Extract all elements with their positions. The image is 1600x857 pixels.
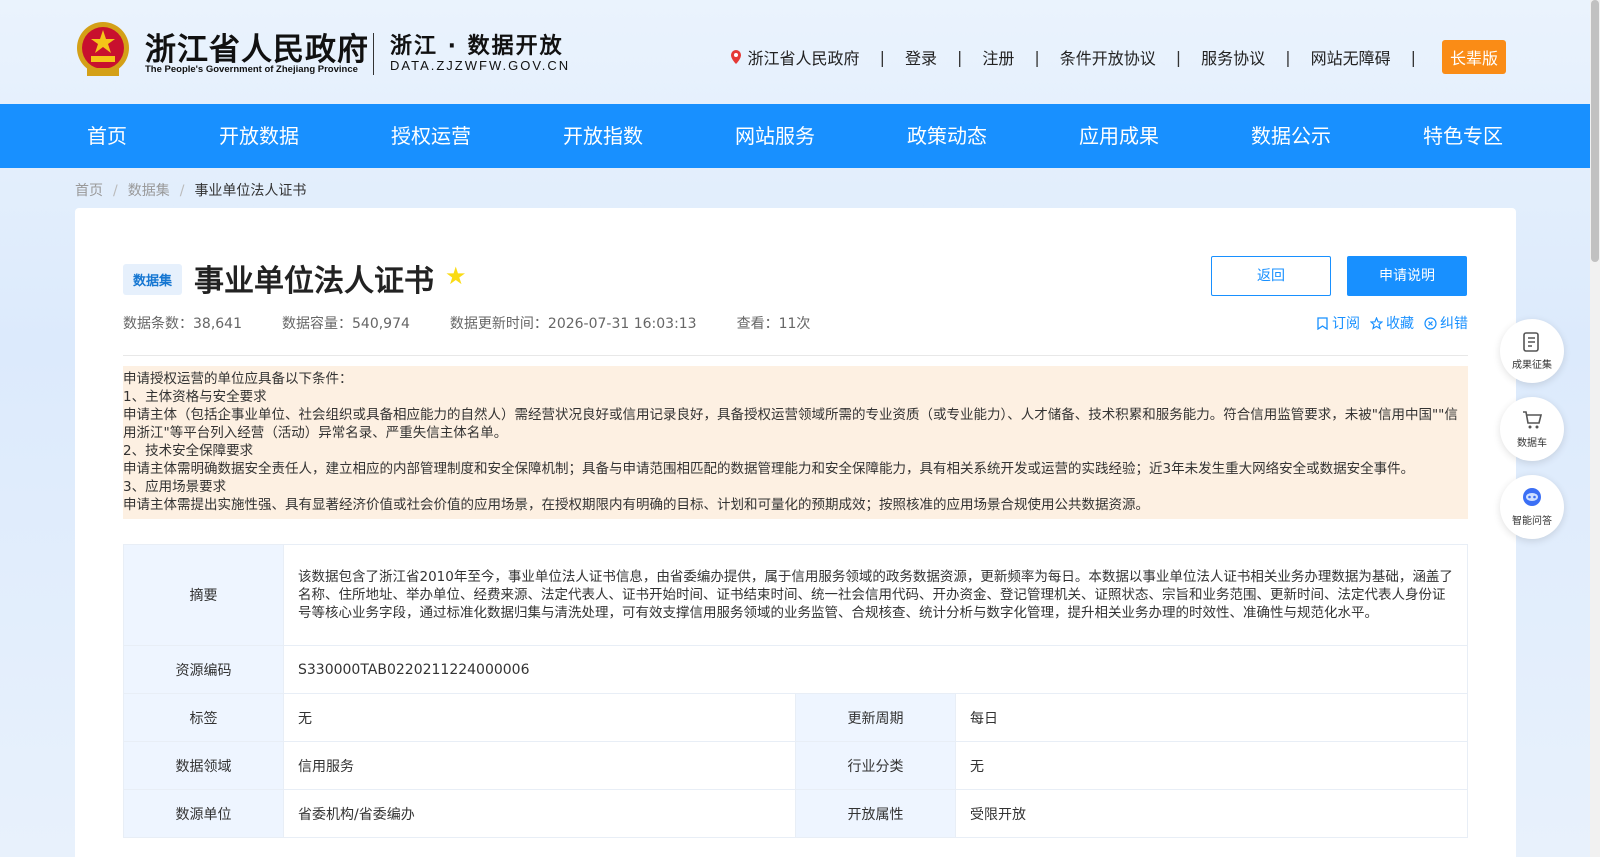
portal-title: 浙江 · 数据开放 — [390, 34, 564, 59]
nav-item-policy[interactable]: 政策动态 — [907, 104, 987, 168]
table-row: 数源单位 省委机构/省委编办 开放属性 受限开放 — [123, 789, 1468, 838]
notice-line: 1、主体资格与安全要求 — [123, 389, 267, 405]
top-links: 浙江省人民政府 | 登录 | 注册 | 条件开放协议 | 服务协议 | 网站无障… — [728, 40, 1506, 74]
table-row: 标签 无 更新周期 每日 — [123, 693, 1468, 742]
nav-item-home[interactable]: 首页 — [87, 104, 127, 168]
bookmark-icon — [1317, 316, 1328, 330]
authorization-notice: 申请授权运营的单位应具备以下条件： 1、主体资格与安全要求 申请主体（包括企事业… — [123, 366, 1468, 519]
nav-item-special[interactable]: 特色专区 — [1423, 104, 1503, 168]
link-register[interactable]: 注册 — [982, 45, 1014, 69]
results-collection-button[interactable]: 成果征集 — [1500, 319, 1564, 383]
favorite-action[interactable]: 收藏 — [1370, 313, 1414, 333]
link-separator: | — [1034, 47, 1040, 67]
tag-value: 无 — [283, 693, 796, 742]
link-zj-gov[interactable]: 浙江省人民政府 — [748, 45, 860, 69]
subscribe-action[interactable]: 订阅 — [1316, 313, 1360, 333]
notice-line: 申请主体需明确数据安全责任人，建立相应的内部管理制度和安全保障机制；具备与申请范… — [123, 461, 1415, 477]
gov-subtitle: The People's Government of Zhejiang Prov… — [145, 64, 358, 75]
dataset-meta: 数据条数：38,641 数据容量：540,974 数据更新时间：2026-07-… — [123, 313, 850, 333]
correction-action[interactable]: 纠错 — [1424, 313, 1468, 333]
open-attribute-label: 开放属性 — [795, 789, 956, 838]
gov-title: 浙江省人民政府 — [145, 32, 369, 68]
industry-value: 无 — [955, 741, 1468, 790]
header-divider — [373, 33, 374, 75]
summary-label: 摘要 — [123, 544, 284, 646]
dataset-type-badge: 数据集 — [123, 264, 183, 295]
document-edit-icon — [1523, 332, 1539, 352]
scrollbar-thumb[interactable] — [1591, 0, 1599, 262]
link-separator: | — [1175, 47, 1182, 67]
national-emblem-icon — [77, 22, 129, 76]
subscribe-label: 订阅 — [1332, 316, 1360, 332]
breadcrumb: 首页 / 数据集 / 事业单位法人证书 — [75, 183, 307, 199]
notice-line: 申请授权运营的单位应具备以下条件： — [123, 371, 353, 387]
nav-item-publicity[interactable]: 数据公示 — [1251, 104, 1331, 168]
link-separator: | — [879, 47, 885, 67]
notice-line: 申请主体需提出实施性强、具有显著经济价值或社会价值的应用场景，在授权期限内有明确… — [123, 497, 1149, 513]
ai-qa-label: 智能问答 — [1512, 516, 1552, 527]
source-unit-label: 数源单位 — [123, 789, 284, 838]
link-service-agreement[interactable]: 服务协议 — [1201, 45, 1265, 69]
table-row: 数据领域 信用服务 行业分类 无 — [123, 741, 1468, 790]
dataset-actions: 订阅 收藏 纠错 — [1316, 313, 1468, 333]
dataset-info-table: 摘要 该数据包含了浙江省2010年至今，事业单位法人证书信息，由省委编办提供，属… — [123, 544, 1468, 838]
apply-instructions-button[interactable]: 申请说明 — [1347, 256, 1467, 296]
nav-item-open-data[interactable]: 开放数据 — [219, 104, 299, 168]
link-open-agreement[interactable]: 条件开放协议 — [1060, 45, 1156, 69]
cart-icon — [1523, 411, 1543, 429]
link-accessibility[interactable]: 网站无障碍 — [1311, 45, 1391, 69]
table-row: 资源编码 S330000TAB0220211224000006 — [123, 645, 1468, 694]
notice-line: 3、应用场景要求 — [123, 479, 227, 495]
industry-label: 行业分类 — [795, 741, 956, 790]
resource-code-label: 资源编码 — [123, 645, 284, 694]
data-cart-label: 数据车 — [1517, 438, 1547, 449]
update-cycle-value: 每日 — [955, 693, 1468, 742]
star-icon: ★ — [445, 262, 467, 290]
robot-icon — [1523, 488, 1541, 506]
back-button[interactable]: 返回 — [1211, 256, 1331, 296]
scrollbar[interactable] — [1590, 0, 1600, 857]
portal-url: DATA.ZJZWFW.GOV.CN — [390, 58, 571, 73]
ai-qa-button[interactable]: 智能问答 — [1500, 475, 1564, 539]
notice-line: 2、技术安全保障要求 — [123, 443, 254, 459]
data-cart-button[interactable]: 数据车 — [1500, 397, 1564, 461]
data-capacity: 数据容量：540,974 — [282, 316, 410, 332]
main-nav: 首页 开放数据 授权运营 开放指数 网站服务 政策动态 应用成果 数据公示 特色… — [0, 104, 1590, 168]
divider — [123, 355, 1468, 356]
nav-item-authorized-ops[interactable]: 授权运营 — [391, 104, 471, 168]
link-separator: | — [956, 47, 963, 67]
data-domain-label: 数据领域 — [123, 741, 284, 790]
site-header: 浙江省人民政府 The People's Government of Zheji… — [0, 0, 1590, 104]
dataset-detail-card: 数据集 事业单位法人证书 ★ 返回 申请说明 数据条数：38,641 数据容量：… — [75, 208, 1516, 857]
view-count: 查看：11次 — [736, 316, 811, 332]
record-count: 数据条数：38,641 — [123, 316, 242, 332]
location-pin-icon — [730, 50, 741, 64]
nav-item-site-service[interactable]: 网站服务 — [735, 104, 815, 168]
correction-label: 纠错 — [1440, 316, 1468, 332]
link-login[interactable]: 登录 — [905, 45, 937, 69]
notice-line: 申请主体（包括企事业单位、社会组织或具备相应能力的自然人）需经营状况良好或信用记… — [123, 407, 1458, 441]
update-cycle-label: 更新周期 — [795, 693, 956, 742]
source-unit-value: 省委机构/省委编办 — [283, 789, 796, 838]
elder-mode-button[interactable]: 长辈版 — [1441, 40, 1506, 74]
breadcrumb-home[interactable]: 首页 — [75, 183, 103, 199]
star-outline-icon — [1370, 316, 1383, 330]
results-collection-label: 成果征集 — [1512, 360, 1552, 371]
update-time: 数据更新时间：2026-07-31 16:03:13 — [449, 316, 697, 332]
table-row: 摘要 该数据包含了浙江省2010年至今，事业单位法人证书信息，由省委编办提供，属… — [123, 544, 1468, 646]
nav-item-results[interactable]: 应用成果 — [1079, 104, 1159, 168]
page-title: 事业单位法人证书 — [194, 264, 434, 299]
breadcrumb-datasets[interactable]: 数据集 — [128, 183, 170, 199]
data-domain-value: 信用服务 — [283, 741, 796, 790]
link-separator: | — [1410, 47, 1416, 67]
summary-value: 该数据包含了浙江省2010年至今，事业单位法人证书信息，由省委编办提供，属于信用… — [283, 544, 1468, 646]
close-circle-icon — [1424, 316, 1437, 330]
tag-label: 标签 — [123, 693, 284, 742]
nav-item-open-index[interactable]: 开放指数 — [563, 104, 643, 168]
breadcrumb-current: 事业单位法人证书 — [194, 183, 307, 199]
link-separator: | — [1285, 47, 1291, 67]
resource-code-value: S330000TAB0220211224000006 — [283, 645, 1468, 694]
open-attribute-value: 受限开放 — [955, 789, 1468, 838]
favorite-label: 收藏 — [1386, 316, 1414, 332]
